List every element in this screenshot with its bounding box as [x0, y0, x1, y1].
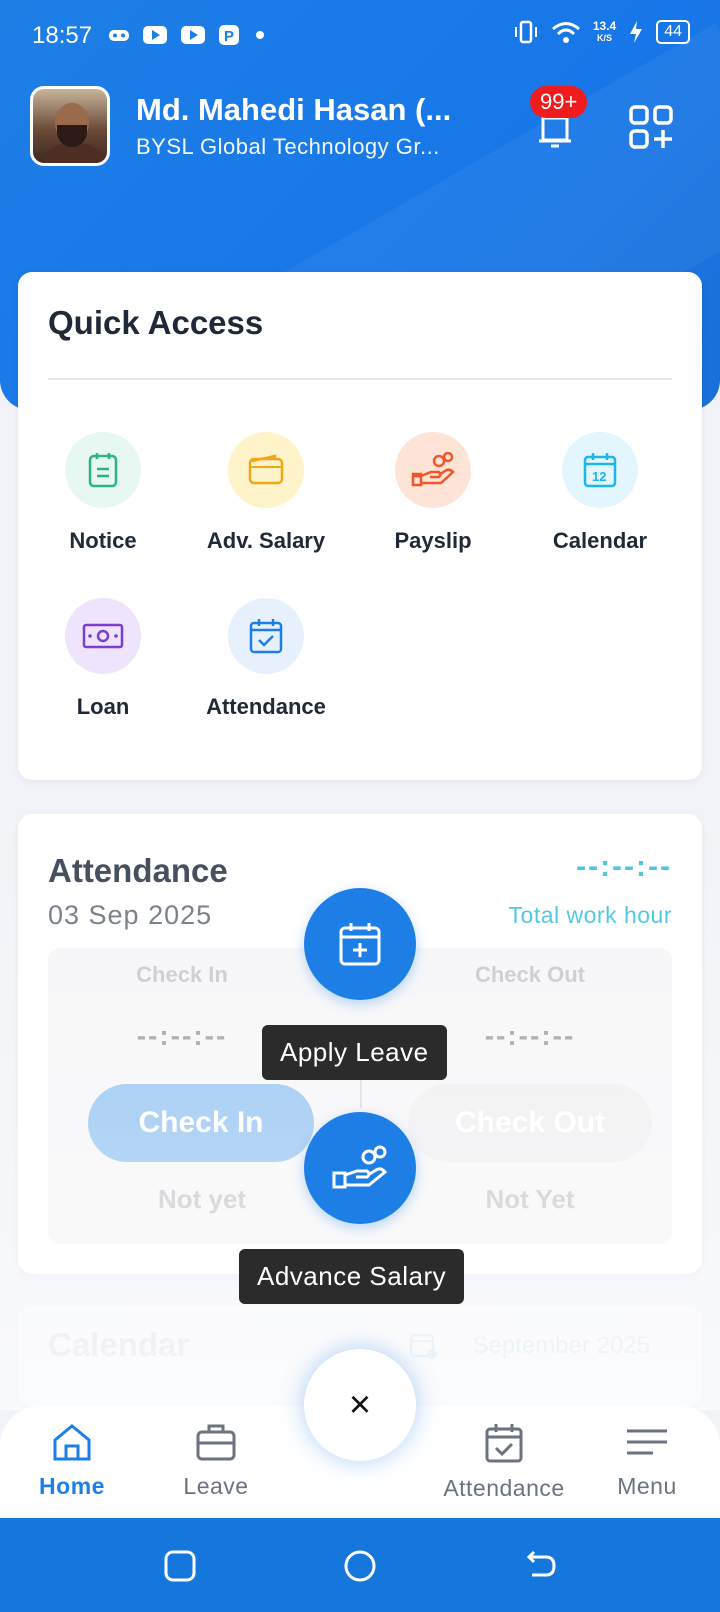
- close-fab-button[interactable]: ×: [304, 1349, 416, 1461]
- charging-icon: [630, 21, 643, 43]
- calendar-check-icon: [485, 1424, 523, 1463]
- total-work-hour-label: Total work hour: [508, 902, 672, 928]
- notice-icon: [88, 453, 118, 488]
- home-icon: [53, 1424, 91, 1461]
- quick-access-title: Quick Access: [48, 304, 264, 341]
- notification-badge[interactable]: 99+: [530, 86, 588, 118]
- nav-home[interactable]: Home: [0, 1422, 147, 1500]
- divider: [48, 378, 672, 380]
- attendance-title: Attendance: [48, 852, 228, 889]
- system-navigation-bar: [0, 1518, 720, 1612]
- check-in-button[interactable]: Check In: [88, 1084, 314, 1162]
- profile-name: Md. Mahedi Hasan (...: [136, 92, 452, 127]
- network-speed: 13.4 K/S: [592, 19, 617, 43]
- banknote-icon: [82, 623, 124, 649]
- status-bar: 18:57 P 13.4 K/S 44: [0, 0, 720, 72]
- status-time: 18:57: [32, 22, 93, 49]
- briefcase-icon: [196, 1424, 236, 1461]
- apps-add-icon[interactable]: [628, 104, 674, 150]
- gamepad-icon: [109, 30, 129, 41]
- quick-access-notice[interactable]: Notice: [18, 432, 188, 554]
- app-p-icon: P: [219, 25, 239, 45]
- quick-access-attendance[interactable]: Attendance: [181, 598, 351, 720]
- svg-text:12: 12: [592, 469, 606, 484]
- calendar-icon: [409, 1333, 437, 1359]
- calendar-plus-icon: [339, 923, 381, 966]
- calendar-card-title: Calendar: [48, 1326, 190, 1363]
- recents-icon[interactable]: [160, 1546, 200, 1586]
- apply-leave-label[interactable]: Apply Leave: [262, 1025, 447, 1080]
- check-out-button[interactable]: Check Out: [408, 1084, 652, 1162]
- menu-icon: [627, 1429, 667, 1455]
- apply-leave-fab[interactable]: [304, 888, 416, 1000]
- nav-attendance[interactable]: Attendance: [429, 1422, 579, 1502]
- back-icon[interactable]: [520, 1546, 560, 1586]
- dot-icon: [256, 31, 264, 39]
- quick-access-payslip[interactable]: Payslip: [348, 432, 518, 554]
- quick-access-loan[interactable]: Loan: [18, 598, 188, 720]
- avatar[interactable]: [30, 86, 110, 166]
- work-hour-clock: --:--:--: [576, 850, 672, 883]
- wallet-icon: [248, 454, 284, 485]
- check-out-status: Not Yet: [485, 1184, 575, 1214]
- youtube-icon: [181, 26, 205, 44]
- calendar-12-icon: 12: [583, 453, 617, 488]
- profile-organization: BYSL Global Technology Gr...: [136, 134, 440, 159]
- nav-leave[interactable]: Leave: [141, 1422, 291, 1500]
- advance-salary-label[interactable]: Advance Salary: [239, 1249, 465, 1304]
- attendance-date: 03 Sep 2025: [48, 900, 213, 930]
- vibrate-icon: [514, 20, 537, 44]
- profile-header[interactable]: Md. Mahedi Hasan (... BYSL Global Techno…: [30, 86, 451, 166]
- calendar-check-icon: [249, 619, 283, 654]
- hand-coins-icon: [411, 452, 455, 487]
- wifi-icon: [551, 22, 580, 43]
- calendar-month: September 2025: [472, 1332, 650, 1359]
- quick-access-card: Quick Access Notice Adv. Salary Payslip …: [18, 272, 702, 780]
- home-circle-icon[interactable]: [340, 1546, 380, 1586]
- check-out-label: Check Out: [474, 962, 586, 987]
- hand-coins-icon: [332, 1145, 388, 1189]
- quick-access-adv-salary[interactable]: Adv. Salary: [181, 432, 351, 554]
- youtube-icon: [143, 26, 167, 44]
- battery-indicator: 44: [656, 20, 690, 44]
- quick-access-calendar[interactable]: 12 Calendar: [515, 432, 685, 554]
- nav-menu[interactable]: Menu: [572, 1422, 720, 1500]
- svg-text:P: P: [224, 28, 234, 45]
- advance-salary-fab[interactable]: [304, 1112, 416, 1224]
- check-in-status: Not yet: [157, 1184, 247, 1214]
- check-in-label: Check In: [136, 962, 228, 987]
